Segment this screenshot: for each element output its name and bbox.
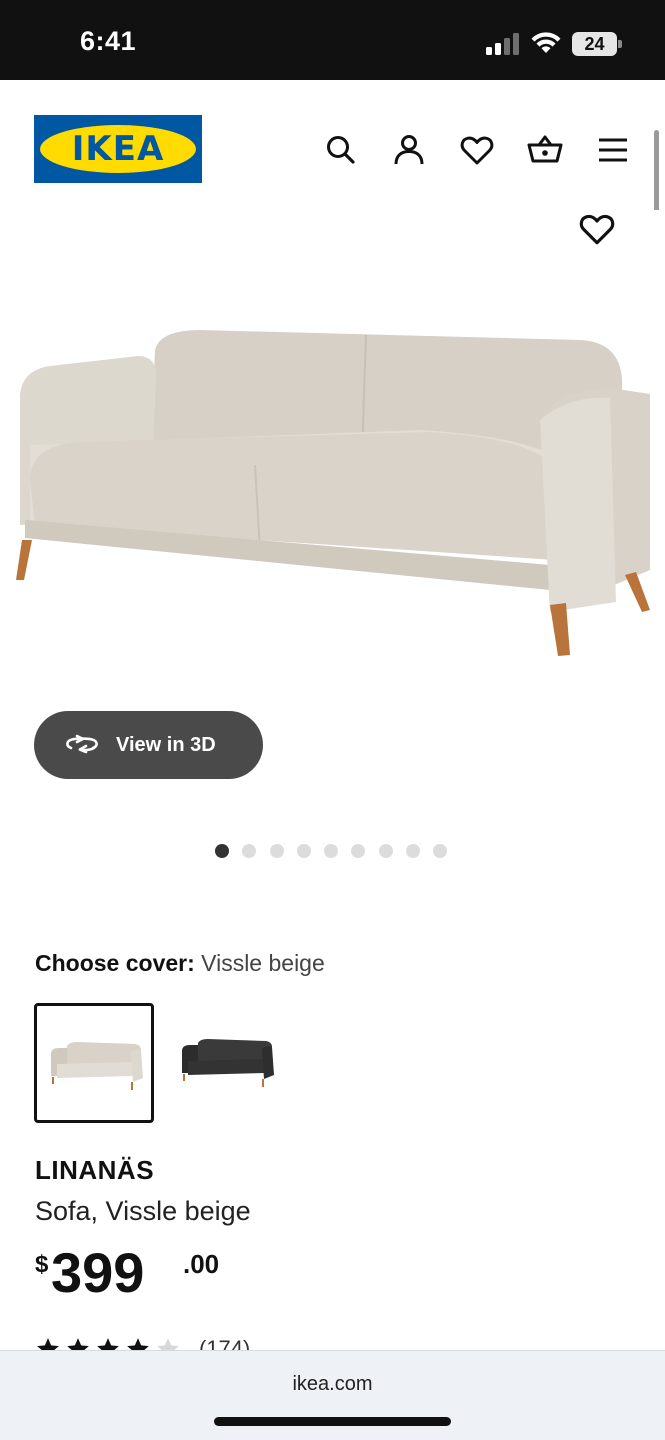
- heart-icon[interactable]: [459, 132, 495, 168]
- search-icon[interactable]: [323, 132, 359, 168]
- status-bar: 6:41 24: [0, 0, 665, 80]
- product-name: LINANÄS: [35, 1155, 155, 1185]
- url-text[interactable]: ikea.com: [0, 1373, 665, 1396]
- product-image-gallery[interactable]: View in 3D: [0, 210, 665, 890]
- view-in-3d-button[interactable]: View in 3D: [34, 711, 263, 779]
- view-in-3d-label: View in 3D: [116, 733, 216, 756]
- carousel-dots[interactable]: [215, 844, 461, 860]
- carousel-dot[interactable]: [242, 844, 257, 858]
- choose-cover-heading: Choose cover: Vissle beige: [35, 950, 325, 977]
- logo-registered-mark: ®: [188, 129, 194, 138]
- carousel-dot[interactable]: [351, 844, 366, 858]
- battery-tip: [618, 40, 622, 48]
- price-decimal: .00: [183, 1249, 220, 1279]
- battery-icon: 24: [572, 32, 622, 56]
- battery-level: 24: [584, 34, 605, 54]
- beige-sofa-thumbnail: [51, 1042, 143, 1090]
- dark-sofa-thumbnail: [182, 1039, 274, 1087]
- cover-swatch-vissle-beige[interactable]: [34, 1003, 154, 1123]
- carousel-dot[interactable]: [296, 844, 311, 858]
- logo-oval: IKEA: [40, 125, 196, 173]
- carousel-dot[interactable]: [378, 844, 393, 858]
- choose-cover-label: Choose cover:: [35, 950, 195, 976]
- carousel-dot[interactable]: [406, 844, 421, 858]
- product-description: Sofa, Vissle beige: [35, 1196, 251, 1226]
- status-time: 6:41: [80, 26, 137, 56]
- sofa-product-image: [10, 320, 655, 665]
- carousel-dot[interactable]: [215, 844, 229, 858]
- browser-address-bar[interactable]: ikea.com: [0, 1350, 665, 1440]
- wifi-icon: [530, 31, 562, 55]
- account-icon[interactable]: [391, 132, 427, 168]
- carousel-dot[interactable]: [433, 844, 448, 858]
- ikea-logo[interactable]: IKEA ®: [34, 115, 202, 183]
- carousel-dot[interactable]: [269, 844, 284, 858]
- menu-icon[interactable]: [595, 132, 631, 168]
- choose-cover-value: Vissle beige: [201, 950, 325, 976]
- price-integer: 399: [51, 1241, 145, 1304]
- price-currency: $: [35, 1251, 49, 1278]
- rotate-3d-icon: [66, 734, 98, 754]
- logo-text: IKEA: [71, 129, 165, 169]
- add-to-favourites-heart-icon[interactable]: [578, 210, 616, 248]
- page: 6:41 24 IKEA ® View in 3D Choose cover: …: [0, 0, 665, 1440]
- cover-swatch-dark-grey[interactable]: [168, 1003, 288, 1123]
- carousel-dot[interactable]: [324, 844, 339, 858]
- basket-icon[interactable]: [527, 132, 563, 168]
- cellular-signal-icon: [486, 33, 520, 55]
- home-indicator: [214, 1417, 451, 1426]
- site-header: IKEA ®: [0, 80, 665, 210]
